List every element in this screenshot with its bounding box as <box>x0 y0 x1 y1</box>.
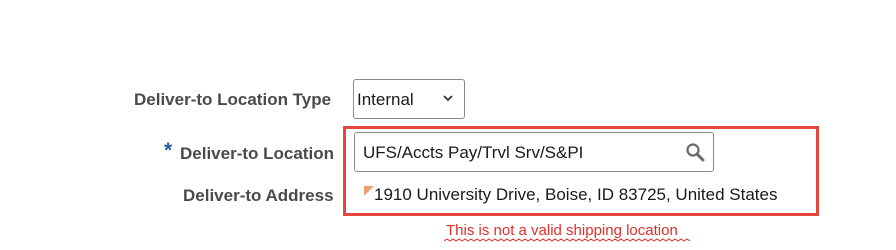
delivery-form: Deliver-to Location Type Internal * Deli… <box>0 0 896 250</box>
chevron-down-icon <box>443 95 453 102</box>
required-indicator: * <box>164 139 173 162</box>
location-type-label: Deliver-to Location Type <box>134 90 332 109</box>
deliver-to-location-input[interactable]: UFS/Accts Pay/Trvl Srv/S&PI <box>354 132 714 172</box>
location-type-select[interactable]: Internal <box>353 79 465 119</box>
deliver-to-location-label: Deliver-to Location <box>180 144 334 163</box>
deliver-to-location-value: UFS/Accts Pay/Trvl Srv/S&PI <box>363 143 584 162</box>
deliver-to-address-label: Deliver-to Address <box>183 186 334 205</box>
error-squiggle-underline <box>444 238 690 242</box>
deliver-to-address-value: 1910 University Drive, Boise, ID 83725, … <box>374 185 778 204</box>
changed-indicator-icon <box>364 186 374 196</box>
error-message: This is not a valid shipping location <box>446 222 678 239</box>
location-type-selected-value: Internal <box>357 90 414 109</box>
search-icon[interactable] <box>685 142 705 162</box>
